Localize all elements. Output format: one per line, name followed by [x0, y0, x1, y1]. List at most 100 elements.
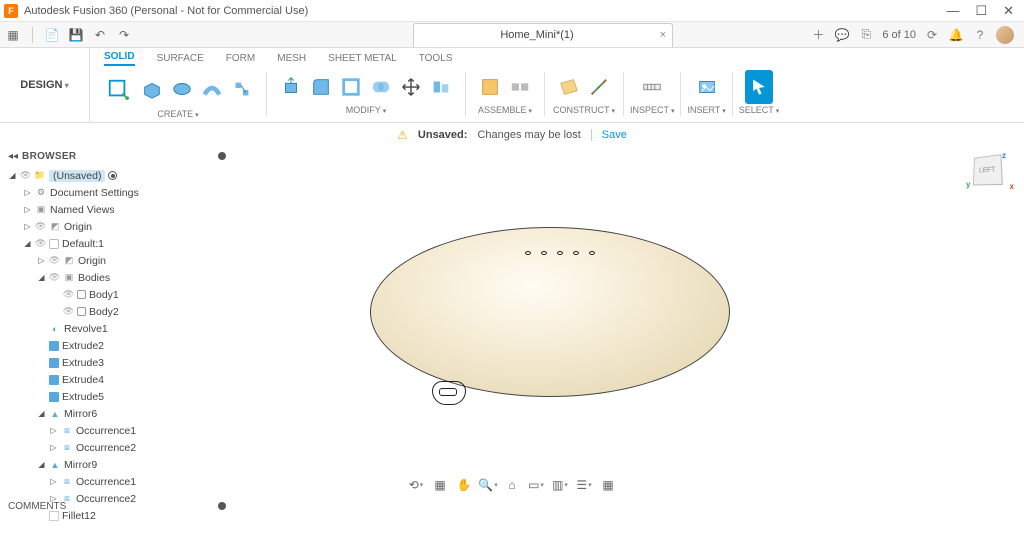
combine-icon[interactable]	[367, 70, 395, 104]
tree-occ2a[interactable]: ▷⧈Occurrence2	[4, 439, 230, 456]
insert-icon[interactable]	[693, 70, 721, 104]
tree-label: Default:1	[62, 238, 104, 250]
tree-label: Body2	[89, 306, 119, 318]
align-icon[interactable]	[427, 70, 455, 104]
tree-mirror6[interactable]: ◢▲Mirror6	[4, 405, 230, 422]
document-tab-label: Home_Mini*(1)	[500, 29, 573, 41]
document-tab[interactable]: Home_Mini*(1) ×	[413, 23, 673, 47]
fillet-icon[interactable]	[307, 70, 335, 104]
tree-body1[interactable]: 👁Body1	[4, 286, 230, 303]
job-status-label[interactable]: 6 of 10	[882, 29, 916, 41]
presspull-icon[interactable]	[277, 70, 305, 104]
loft-icon[interactable]	[228, 72, 256, 106]
tree-named-views[interactable]: ▷▣Named Views	[4, 201, 230, 218]
tree-body2[interactable]: 👁Body2	[4, 303, 230, 320]
updates-icon[interactable]: ⟳	[924, 27, 940, 43]
tab-form[interactable]: FORM	[226, 53, 255, 66]
tree-extrude5[interactable]: Extrude5	[4, 388, 230, 405]
pan-button[interactable]: ✋	[456, 477, 472, 493]
zoom-button[interactable]: 🔍	[480, 477, 496, 493]
group-inspect-label[interactable]: INSPECT	[630, 105, 674, 115]
minimize-button[interactable]: —	[946, 3, 959, 19]
help-icon[interactable]: ?	[972, 27, 988, 43]
orbit-button[interactable]: ⟲	[408, 477, 424, 493]
close-button[interactable]: ✕	[1003, 3, 1014, 19]
lookat-button[interactable]: ▦	[432, 477, 448, 493]
plane-icon[interactable]	[555, 70, 583, 104]
collapse-icon[interactable]: ◂◂	[8, 151, 18, 162]
viewport[interactable]: ◂◂ BROWSER ◢👁📁(Unsaved) ▷⚙Document Setti…	[0, 147, 1024, 517]
joint-icon[interactable]	[506, 70, 534, 104]
data-panel-button[interactable]: ▦	[4, 26, 22, 44]
component-icon[interactable]	[476, 70, 504, 104]
info-save-link[interactable]: Save	[591, 129, 627, 141]
select-icon[interactable]	[745, 70, 773, 104]
model-mic-holes	[525, 251, 595, 255]
undo-button[interactable]: ↶	[91, 26, 109, 44]
comments-options-icon[interactable]	[218, 502, 226, 510]
separator	[544, 72, 545, 116]
measure-icon[interactable]	[638, 70, 666, 104]
user-avatar[interactable]	[996, 26, 1014, 44]
tree-revolve1[interactable]: ◐Revolve1	[4, 320, 230, 337]
viewcube-face[interactable]: LEFT	[973, 154, 1003, 185]
tree-extrude2[interactable]: Extrude2	[4, 337, 230, 354]
views-button[interactable]: ☰	[576, 477, 592, 493]
tab-sheet-metal[interactable]: SHEET METAL	[328, 53, 397, 66]
file-menu-button[interactable]: 📄	[43, 26, 61, 44]
group-insert: INSERT	[687, 70, 725, 115]
quick-access-bar: ▦ 📄 💾 ↶ ↷ Home_Mini*(1) × ＋ 💬 ⎘ 6 of 10 …	[0, 22, 1024, 48]
sweep-icon[interactable]	[198, 72, 226, 106]
tab-mesh[interactable]: MESH	[277, 53, 306, 66]
browser-options-icon[interactable]	[218, 152, 226, 160]
tree-component[interactable]: ◢👁Default:1	[4, 235, 230, 252]
workspace-switcher[interactable]: DESIGN	[20, 79, 68, 91]
new-design-button[interactable]: ＋	[810, 27, 826, 43]
maximize-button[interactable]: ☐	[975, 3, 987, 19]
group-construct-label[interactable]: CONSTRUCT	[553, 105, 615, 115]
group-select-label[interactable]: SELECT	[739, 105, 779, 115]
tab-solid[interactable]: SOLID	[104, 51, 135, 66]
close-tab-icon[interactable]: ×	[660, 29, 666, 41]
display-button[interactable]: ▭	[528, 477, 544, 493]
comment-icon[interactable]: 💬	[834, 27, 850, 43]
fit-button[interactable]: ⌂	[504, 477, 520, 493]
snap-button[interactable]: ▦	[600, 477, 616, 493]
revolve-icon[interactable]	[168, 72, 196, 106]
model-body[interactable]	[360, 217, 740, 467]
comments-panel[interactable]: COMMENTS	[4, 497, 230, 515]
tab-surface[interactable]: SURFACE	[157, 53, 204, 66]
extrude-icon[interactable]	[138, 72, 166, 106]
axis-icon[interactable]	[585, 70, 613, 104]
sketch-icon[interactable]	[100, 70, 136, 108]
grid-button[interactable]: ▥	[552, 477, 568, 493]
tree-extrude3[interactable]: Extrude3	[4, 354, 230, 371]
redo-button[interactable]: ↷	[115, 26, 133, 44]
group-modify-label[interactable]: MODIFY	[346, 105, 386, 115]
shell-icon[interactable]	[337, 70, 365, 104]
tree-label: Extrude4	[62, 374, 104, 386]
tree-extrude4[interactable]: Extrude4	[4, 371, 230, 388]
move-icon[interactable]	[397, 70, 425, 104]
group-insert-label[interactable]: INSERT	[687, 105, 725, 115]
activate-icon[interactable]	[108, 171, 117, 180]
group-modify: MODIFY	[273, 70, 459, 115]
browser-header[interactable]: ◂◂ BROWSER	[4, 147, 230, 165]
viewcube[interactable]: LEFT z y x	[972, 155, 1010, 193]
save-button[interactable]: 💾	[67, 26, 85, 44]
tree-occ1b[interactable]: ▷⧈Occurrence1	[4, 473, 230, 490]
workspace-panel[interactable]: DESIGN	[0, 48, 90, 122]
tree-bodies[interactable]: ◢👁▣Bodies	[4, 269, 230, 286]
extensions-icon[interactable]: ⎘	[858, 27, 874, 43]
tree-occ1a[interactable]: ▷⧈Occurrence1	[4, 422, 230, 439]
group-create: CREATE	[96, 70, 260, 119]
tab-tools[interactable]: TOOLS	[419, 53, 453, 66]
group-create-label[interactable]: CREATE	[157, 109, 198, 119]
group-assemble-label[interactable]: ASSEMBLE	[478, 105, 532, 115]
notifications-icon[interactable]: 🔔	[948, 27, 964, 43]
tree-root[interactable]: ◢👁📁(Unsaved)	[4, 167, 230, 184]
tree-doc-settings[interactable]: ▷⚙Document Settings	[4, 184, 230, 201]
tree-origin-root[interactable]: ▷👁◩Origin	[4, 218, 230, 235]
tree-mirror9[interactable]: ◢▲Mirror9	[4, 456, 230, 473]
tree-origin1[interactable]: ▷👁◩Origin	[4, 252, 230, 269]
